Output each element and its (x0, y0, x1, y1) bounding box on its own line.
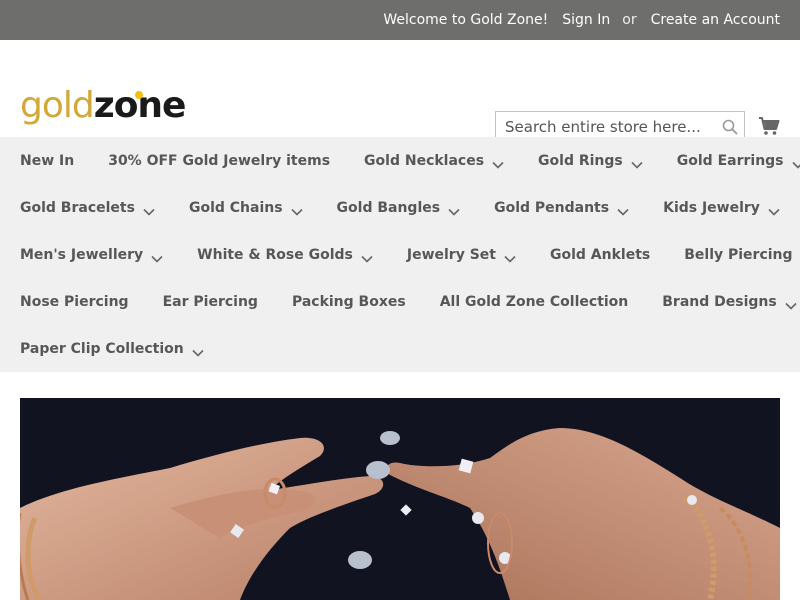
nav-item-label: Gold Chains (188, 199, 283, 216)
nav-item-label: Gold Anklets (549, 246, 651, 263)
nav-item-gold-pendants[interactable]: Gold Pendants (494, 200, 629, 216)
nav-item-packing-boxes[interactable]: Packing Boxes (292, 294, 406, 310)
logo-gold-text: gold (20, 85, 95, 126)
nav-item-30-off-gold-jewelry-items[interactable]: 30% OFF Gold Jewelry items (108, 153, 330, 169)
nav-item-label: Gold Necklaces (364, 152, 485, 169)
nav-row: Paper Clip Collection (0, 325, 800, 372)
sign-in-link[interactable]: Sign In (562, 12, 610, 28)
nav-item-nose-piercing[interactable]: Nose Piercing (20, 294, 129, 310)
nav-item-new-in[interactable]: New In (20, 153, 74, 169)
nav-item-gold-bangles[interactable]: Gold Bangles (337, 200, 461, 216)
nav-row: Gold Bracelets Gold Chains Gold Bangles Gol… (0, 184, 800, 231)
nav-item-gold-bracelets[interactable]: Gold Bracelets (20, 200, 155, 216)
logo-zone-text: zone (93, 85, 187, 126)
nav-item-label: Gold Bangles (336, 199, 441, 216)
chevron-down-icon[interactable] (192, 345, 204, 357)
chevron-down-icon[interactable] (791, 157, 800, 169)
nav-item-label: Men's Jewellery (20, 246, 144, 263)
nav-item-label: Jewelry Set (406, 246, 496, 263)
nav-item-label: Brand Designs (662, 293, 777, 310)
chevron-down-icon[interactable] (617, 204, 629, 216)
chevron-down-icon[interactable] (504, 251, 516, 263)
nav-item-belly-piercing[interactable]: Belly Piercing (684, 247, 792, 263)
nav-row: Men's Jewellery White & Rose Golds Jewelry… (0, 231, 800, 278)
nav-item-label: 30% OFF Gold Jewelry items (108, 152, 331, 169)
chevron-down-icon[interactable] (290, 204, 303, 216)
nav-item-gold-earrings[interactable]: Gold Earrings (677, 153, 800, 169)
nav-item-label: Nose Piercing (20, 293, 129, 310)
nav-item-jewelry-set[interactable]: Jewelry Set (407, 247, 516, 263)
nav-item-gold-rings[interactable]: Gold Rings (538, 153, 643, 169)
nav-item-label: White & Rose Golds (197, 246, 353, 263)
chevron-down-icon[interactable] (768, 204, 780, 216)
chevron-down-icon[interactable] (785, 298, 797, 310)
chevron-down-icon[interactable] (448, 204, 460, 216)
nav-item-label: Paper Clip Collection (20, 340, 184, 357)
top-bar: Welcome to Gold Zone! Sign In or Create … (0, 0, 800, 40)
nav-item-brand-designs[interactable]: Brand Designs (662, 293, 797, 310)
or-separator: or (622, 12, 637, 28)
nav-item-label: Belly Piercing (684, 246, 793, 263)
shopping-cart-icon[interactable] (758, 115, 780, 137)
nav-item-label: Gold Bracelets (20, 199, 135, 216)
nav-item-all-gold-zone-collection[interactable]: All Gold Zone Collection (440, 294, 629, 310)
nav-item-label: All Gold Zone Collection (439, 293, 629, 310)
nav-row: New In 30% OFF Gold Jewelry items Gold Nec… (0, 137, 800, 184)
nav-row: Nose Piercing Ear Piercing Packing Boxes Al… (0, 278, 800, 325)
logo[interactable]: gold zone (20, 85, 187, 126)
welcome-message: Welcome to Gold Zone! (383, 12, 549, 28)
nav-item-ear-piercing[interactable]: Ear Piercing (163, 294, 258, 310)
nav-item-kids-jewelry[interactable]: Kids Jewelry (663, 200, 780, 216)
nav-item-gold-anklets[interactable]: Gold Anklets (550, 247, 650, 263)
search-input[interactable]: Search entire store here... (505, 118, 716, 136)
nav-item-label: Gold Earrings (676, 152, 784, 169)
nav-item-label: Kids Jewelry (663, 199, 760, 216)
header: gold zone Search entire store here... (0, 40, 800, 143)
main-navigation: New In 30% OFF Gold Jewelry items Gold Nec… (0, 137, 800, 372)
nav-item-label: Ear Piercing (162, 293, 258, 310)
chevron-down-icon[interactable] (631, 157, 643, 169)
chevron-down-icon[interactable] (492, 157, 504, 169)
logo-dot (134, 91, 143, 99)
nav-item-label: Gold Rings (538, 152, 623, 169)
nav-item-label: Packing Boxes (291, 293, 406, 310)
chevron-down-icon[interactable] (143, 204, 155, 216)
nav-item-men-s-jewellery[interactable]: Men's Jewellery (20, 247, 163, 263)
nav-item-label: New In (20, 152, 75, 169)
chevron-down-icon[interactable] (361, 251, 373, 263)
nav-item-gold-necklaces[interactable]: Gold Necklaces (364, 153, 504, 169)
chevron-down-icon[interactable] (151, 251, 163, 263)
search-icon[interactable] (716, 119, 744, 135)
nav-item-label: Gold Pendants (494, 199, 610, 216)
nav-item-gold-chains[interactable]: Gold Chains (189, 200, 303, 216)
nav-item-paper-clip-collection[interactable]: Paper Clip Collection (20, 341, 204, 357)
create-account-link[interactable]: Create an Account (651, 12, 780, 28)
nav-item-white-rose-golds[interactable]: White & Rose Golds (197, 247, 373, 263)
hero-banner-image[interactable] (20, 398, 780, 600)
